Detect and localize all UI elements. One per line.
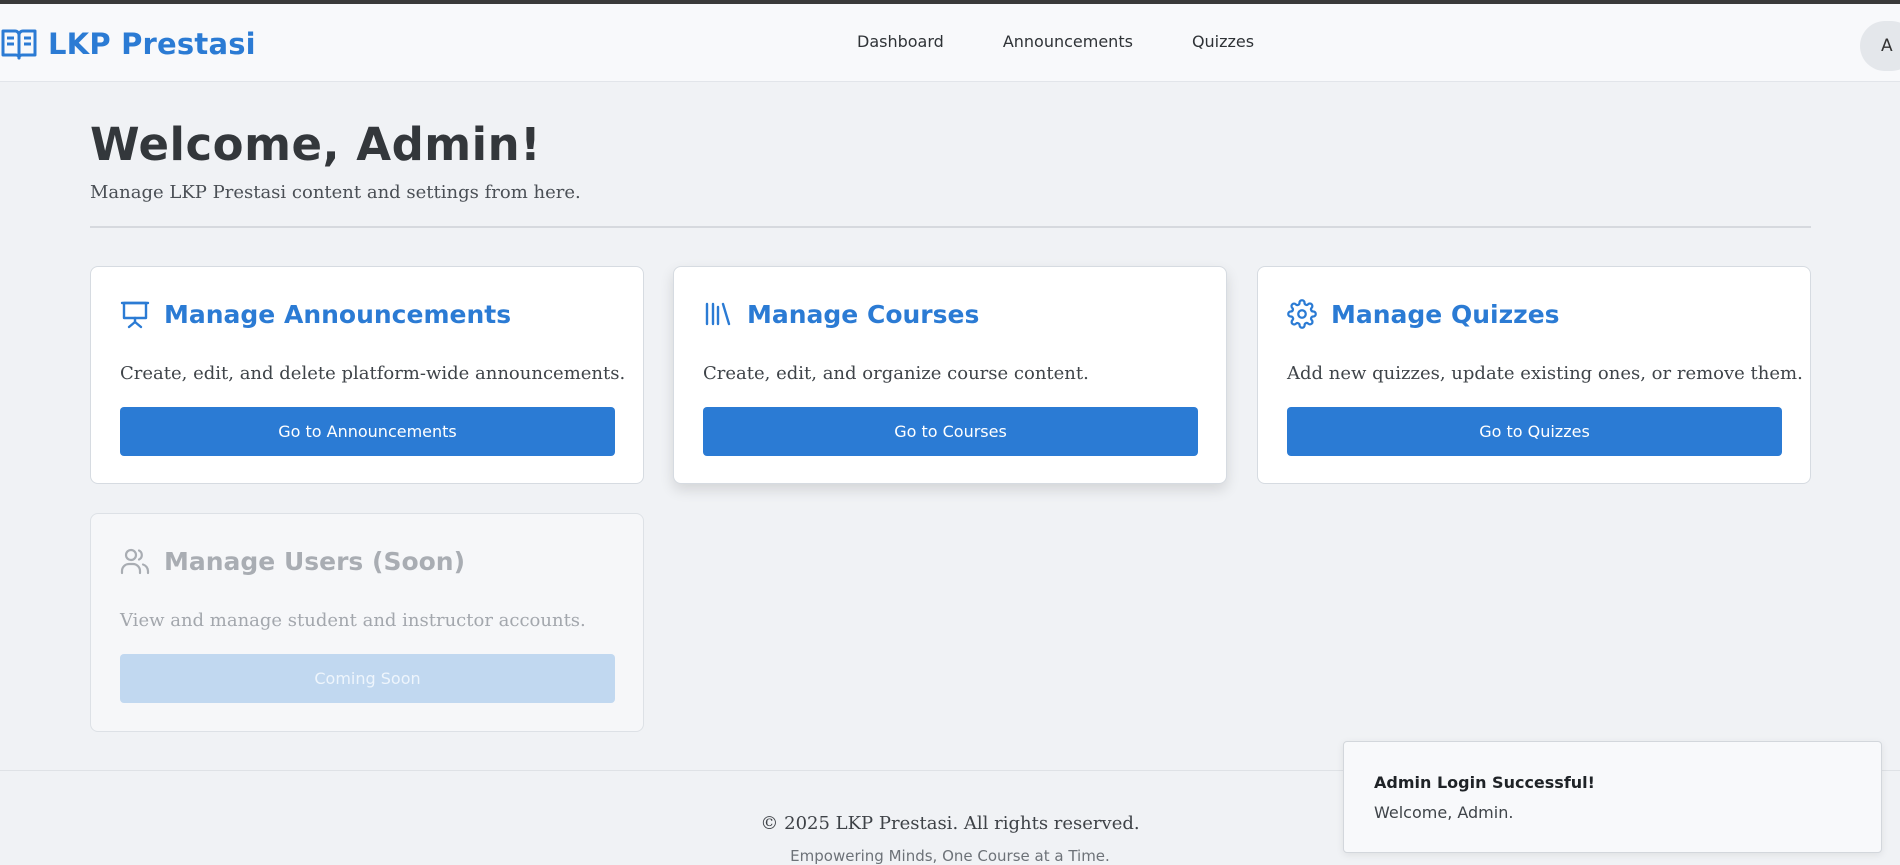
top-navbar: LKP Prestasi Dashboard Announcements Qui… xyxy=(0,4,1900,82)
coming-soon-button: Coming Soon xyxy=(120,654,615,703)
toast-message: Welcome, Admin. xyxy=(1374,803,1514,822)
card-manage-quizzes: Manage Quizzes Add new quizzes, update e… xyxy=(1257,266,1811,484)
section-divider xyxy=(90,226,1811,228)
users-icon xyxy=(120,546,150,576)
page-subtitle: Manage LKP Prestasi content and settings… xyxy=(90,182,581,203)
card-manage-announcements: Manage Announcements Create, edit, and d… xyxy=(90,266,644,484)
card-title: Manage Courses xyxy=(747,299,980,329)
brand-logo-link[interactable]: LKP Prestasi xyxy=(0,24,256,64)
library-books-icon xyxy=(703,299,733,329)
card-manage-users: Manage Users (Soon) View and manage stud… xyxy=(90,513,644,732)
card-title: Manage Users (Soon) xyxy=(164,546,466,576)
card-header: Manage Announcements xyxy=(120,299,511,329)
gear-icon xyxy=(1287,299,1317,329)
main-nav: Dashboard Announcements Quizzes xyxy=(857,32,1313,51)
card-title: Manage Announcements xyxy=(164,299,512,329)
nav-announcements[interactable]: Announcements xyxy=(1003,32,1133,51)
card-header: Manage Users (Soon) xyxy=(120,546,465,576)
card-description: Add new quizzes, update existing ones, o… xyxy=(1287,363,1803,384)
brand-name: LKP Prestasi xyxy=(48,27,256,61)
card-header: Manage Quizzes xyxy=(1287,299,1560,329)
card-manage-courses: Manage Courses Create, edit, and organiz… xyxy=(673,266,1227,484)
presentation-board-icon xyxy=(120,299,150,329)
card-title: Manage Quizzes xyxy=(1331,299,1560,329)
page-title: Welcome, Admin! xyxy=(90,118,542,171)
go-to-courses-button[interactable]: Go to Courses xyxy=(703,407,1198,456)
login-success-toast[interactable]: Admin Login Successful! Welcome, Admin. xyxy=(1343,741,1882,853)
go-to-quizzes-button[interactable]: Go to Quizzes xyxy=(1287,407,1782,456)
nav-quizzes[interactable]: Quizzes xyxy=(1192,32,1254,51)
card-description: Create, edit, and delete platform-wide a… xyxy=(120,363,626,384)
nav-dashboard[interactable]: Dashboard xyxy=(857,32,944,51)
card-description: Create, edit, and organize course conten… xyxy=(703,363,1089,384)
avatar-initial: A xyxy=(1881,36,1893,56)
user-avatar-button[interactable]: A xyxy=(1860,21,1900,71)
go-to-announcements-button[interactable]: Go to Announcements xyxy=(120,407,615,456)
card-header: Manage Courses xyxy=(703,299,979,329)
toast-title: Admin Login Successful! xyxy=(1374,773,1595,792)
open-book-icon xyxy=(0,27,38,61)
card-description: View and manage student and instructor a… xyxy=(120,610,586,631)
